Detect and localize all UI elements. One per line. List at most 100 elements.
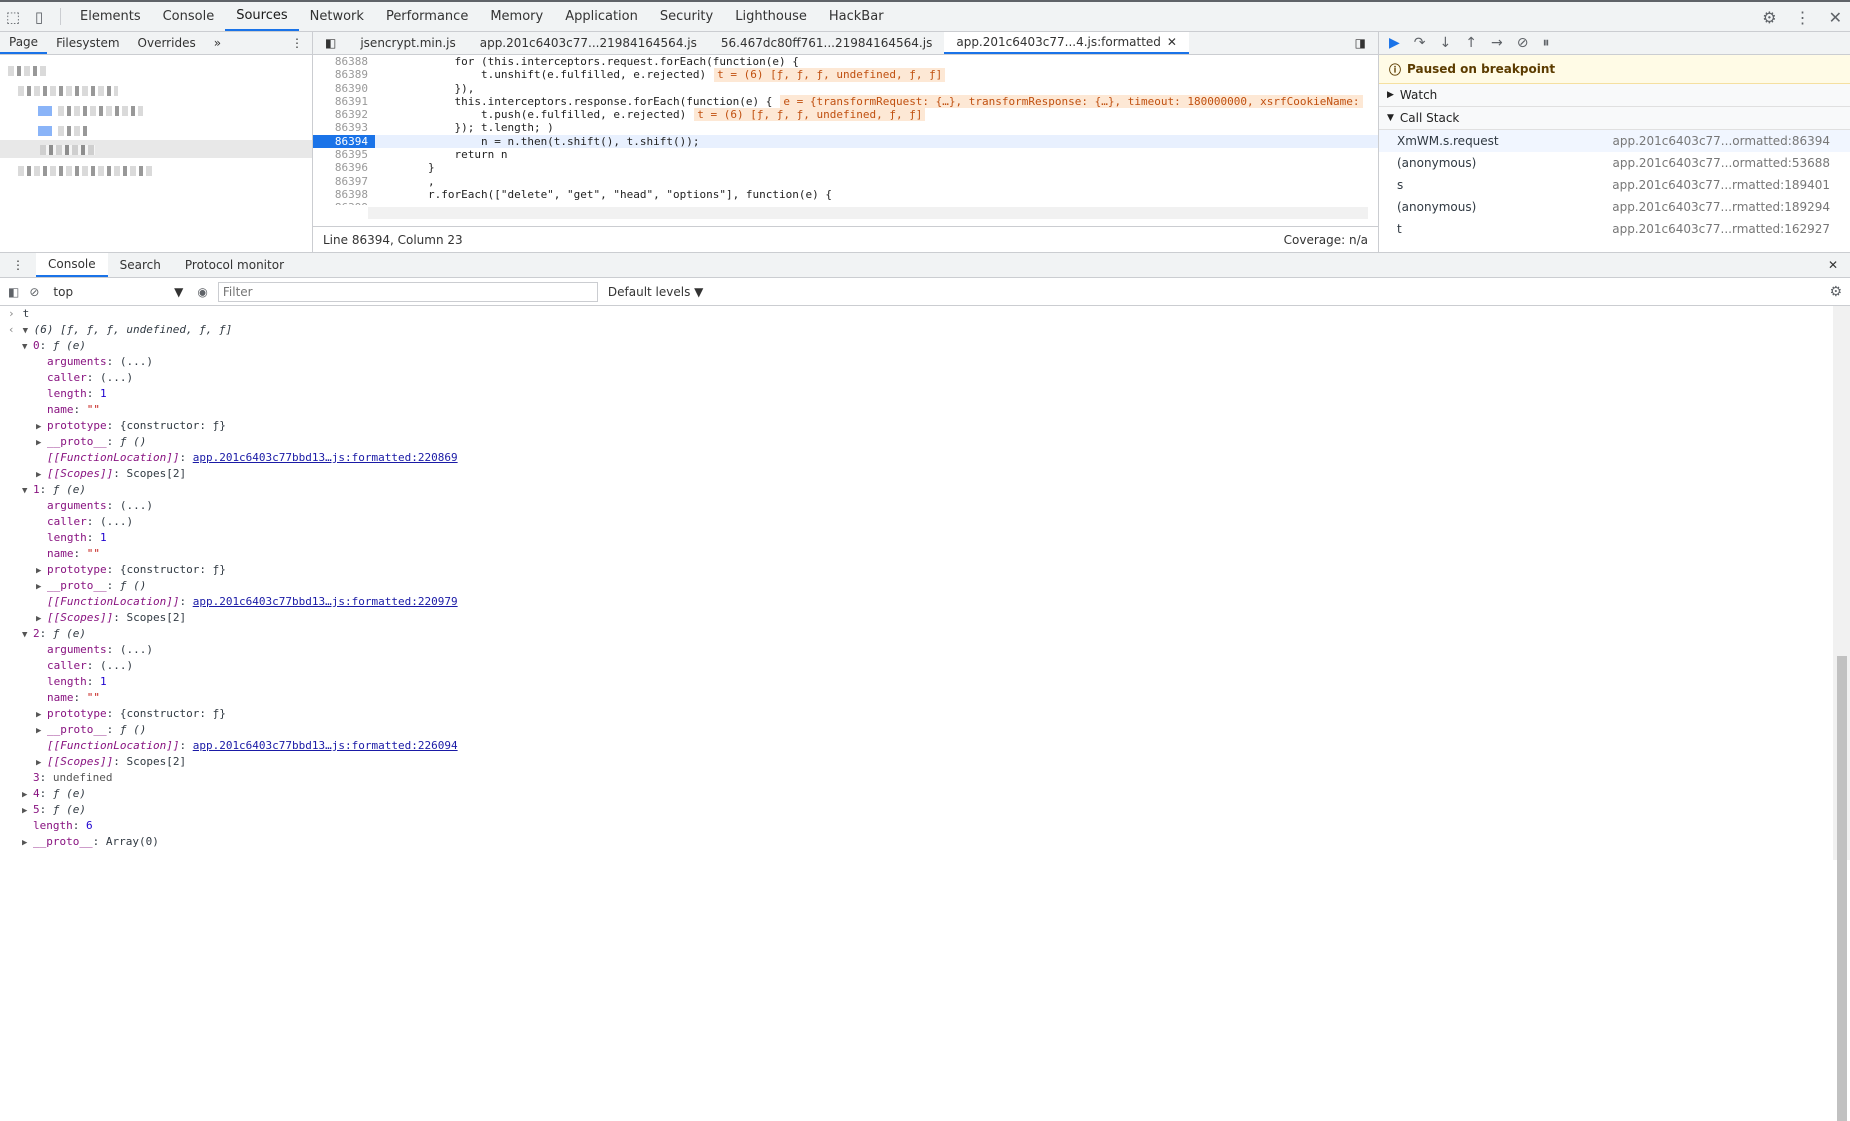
console-line[interactable]: ▶ __proto__: ƒ () — [0, 578, 1833, 594]
close-tab-icon[interactable]: ✕ — [1167, 35, 1177, 49]
function-location-link[interactable]: app.201c6403c77bbd13…js:formatted:220979 — [193, 595, 458, 608]
code-line[interactable]: 86392 t.push(e.fulfilled, e.rejected) t =… — [313, 108, 1378, 122]
console-line[interactable]: ▼ 0: ƒ (e) — [0, 338, 1833, 354]
step-icon[interactable]: → — [1491, 35, 1503, 51]
console-line[interactable]: ▶ __proto__: ƒ () — [0, 722, 1833, 738]
console-line[interactable]: ▶ 5: ƒ (e) — [0, 802, 1833, 818]
collapsed-triangle-icon[interactable]: ▶ — [36, 611, 47, 627]
main-tab-hackbar[interactable]: HackBar — [818, 2, 895, 31]
console-settings-gear-icon[interactable]: ⚙ — [1829, 284, 1842, 300]
line-number[interactable]: 86389 — [313, 68, 375, 81]
console-line[interactable]: ▼ 1: ƒ (e) — [0, 482, 1833, 498]
close-drawer-icon[interactable]: ✕ — [1816, 253, 1850, 277]
device-toolbar-icon[interactable]: ▯ — [26, 2, 52, 31]
code-line-breakpoint[interactable]: 86394 n = n.then(t.shift(), t.shift()); — [313, 134, 1378, 149]
collapsed-triangle-icon[interactable]: ▶ — [36, 467, 47, 483]
console-line[interactable]: arguments: (...) — [0, 498, 1833, 514]
console-line[interactable]: ▶ prototype: {constructor: ƒ} — [0, 562, 1833, 578]
function-location-link[interactable]: app.201c6403c77bbd13…js:formatted:226094 — [193, 739, 458, 752]
main-tab-elements[interactable]: Elements — [69, 2, 152, 31]
horizontal-scrollbar[interactable] — [368, 207, 1368, 219]
line-number[interactable]: 86398 — [313, 188, 375, 201]
console-line[interactable]: [[FunctionLocation]]: app.201c6403c77bbd… — [0, 738, 1833, 754]
scrollbar-thumb[interactable] — [1837, 656, 1847, 1121]
call-stack-frame[interactable]: (anonymous) app.201c6403c77...ormatted:53… — [1379, 152, 1850, 174]
console-line[interactable]: length: 1 — [0, 386, 1833, 402]
code-line[interactable]: 86391 this.interceptors.response.forEach… — [313, 94, 1378, 109]
line-number[interactable]: 86396 — [313, 161, 375, 174]
code-lines[interactable]: 86388 for (this.interceptors.request.for… — [313, 55, 1378, 205]
code-line[interactable]: 86398 r.forEach(["delete", "get", "head"… — [313, 188, 1378, 201]
console-line[interactable]: ▶ __proto__: Array(0) — [0, 834, 1833, 850]
main-tab-network[interactable]: Network — [299, 2, 375, 31]
call-stack-frame[interactable]: s app.201c6403c77...rmatted:189401 — [1379, 174, 1850, 196]
toggle-navigator-icon[interactable]: ◧ — [313, 32, 348, 54]
more-options-icon[interactable]: ⋮ — [1795, 8, 1811, 27]
console-line[interactable]: ▶ [[Scopes]]: Scopes[2] — [0, 610, 1833, 626]
file-tree-item[interactable] — [40, 145, 95, 155]
collapsed-triangle-icon[interactable]: ▶ — [22, 787, 33, 803]
line-number[interactable]: 86397 — [313, 175, 375, 188]
console-line[interactable]: [[FunctionLocation]]: app.201c6403c77bbd… — [0, 594, 1833, 610]
console-line[interactable]: [[FunctionLocation]]: app.201c6403c77bbd… — [0, 450, 1833, 466]
collapsed-triangle-icon[interactable]: ▶ — [22, 835, 33, 851]
main-tab-lighthouse[interactable]: Lighthouse — [724, 2, 818, 31]
code-line[interactable]: 86399 — [313, 201, 1378, 205]
line-number[interactable]: 86392 — [313, 108, 375, 121]
close-devtools-icon[interactable]: ✕ — [1829, 8, 1842, 27]
file-tab-active[interactable]: app.201c6403c77...4.js:formatted ✕ — [944, 32, 1189, 54]
main-tab-memory[interactable]: Memory — [479, 2, 554, 31]
collapsed-triangle-icon[interactable]: ▶ — [22, 803, 33, 819]
console-line[interactable]: caller: (...) — [0, 514, 1833, 530]
main-tab-application[interactable]: Application — [554, 2, 649, 31]
frame-location[interactable]: app.201c6403c77...rmatted:189294 — [1612, 200, 1830, 214]
code-line[interactable]: 86389 t.unshift(e.fulfilled, e.rejected)… — [313, 68, 1378, 82]
drawer-tab-search[interactable]: Search — [108, 253, 173, 277]
nav-tab-page[interactable]: Page — [0, 32, 48, 54]
main-tab-security[interactable]: Security — [649, 2, 724, 31]
line-number[interactable]: 86391 — [313, 95, 375, 108]
expanded-triangle-icon[interactable]: ▼ — [22, 627, 33, 643]
console-line[interactable]: arguments: (...) — [0, 354, 1833, 370]
console-line[interactable]: caller: (...) — [0, 658, 1833, 674]
collapsed-triangle-icon[interactable]: ▶ — [36, 419, 47, 435]
code-line[interactable]: 86397 , — [313, 175, 1378, 188]
file-tab[interactable]: jsencrypt.min.js — [348, 32, 467, 54]
code-line[interactable]: 86395 return n — [313, 148, 1378, 161]
main-tab-performance[interactable]: Performance — [375, 2, 479, 31]
main-tab-sources[interactable]: Sources — [225, 2, 299, 31]
inspect-element-icon[interactable]: ⬚ — [0, 2, 26, 31]
line-number[interactable]: 86390 — [313, 82, 375, 95]
console-line[interactable]: › t — [0, 306, 1833, 322]
pause-on-exceptions-icon[interactable]: ⏸ — [1542, 35, 1549, 51]
console-line[interactable]: arguments: (...) — [0, 642, 1833, 658]
console-line[interactable]: length: 6 — [0, 818, 1833, 834]
step-out-icon[interactable]: ↑ — [1465, 35, 1477, 51]
expanded-triangle-icon[interactable]: ▼ — [23, 323, 34, 339]
vertical-scrollbar[interactable] — [1833, 306, 1850, 1121]
watch-section[interactable]: ▶ Watch — [1379, 84, 1850, 107]
collapsed-triangle-icon[interactable]: ▶ — [36, 707, 47, 723]
clear-console-icon[interactable]: ⊘ — [29, 285, 39, 299]
resume-icon[interactable]: ▶ — [1389, 35, 1400, 51]
console-sidebar-icon[interactable]: ◧ — [8, 285, 19, 299]
call-stack-frame[interactable]: XmWM.s.request app.201c6403c77...ormatted… — [1379, 130, 1850, 152]
file-tree-item[interactable] — [8, 66, 48, 76]
expanded-triangle-icon[interactable]: ▼ — [22, 339, 33, 355]
collapsed-triangle-icon[interactable]: ▶ — [36, 723, 47, 739]
line-number[interactable]: 86394 — [313, 134, 375, 149]
console-line[interactable]: ▶ [[Scopes]]: Scopes[2] — [0, 466, 1833, 482]
console-line[interactable]: caller: (...) — [0, 370, 1833, 386]
nav-tab-filesystem[interactable]: Filesystem — [47, 32, 128, 54]
collapsed-triangle-icon[interactable]: ▶ — [36, 563, 47, 579]
file-tree-item[interactable] — [18, 166, 153, 176]
line-number[interactable]: 86399 — [313, 201, 375, 205]
collapsed-triangle-icon[interactable]: ▶ — [36, 755, 47, 771]
drawer-tab-console[interactable]: Console — [36, 253, 108, 277]
nav-menu-icon[interactable]: ⋮ — [282, 32, 312, 54]
toggle-debugger-icon[interactable]: ◨ — [1343, 32, 1378, 54]
line-number[interactable]: 86395 — [313, 148, 375, 161]
frame-location[interactable]: app.201c6403c77...rmatted:162927 — [1612, 222, 1830, 236]
expanded-triangle-icon[interactable]: ▼ — [22, 483, 33, 499]
console-line[interactable]: name: "" — [0, 402, 1833, 418]
